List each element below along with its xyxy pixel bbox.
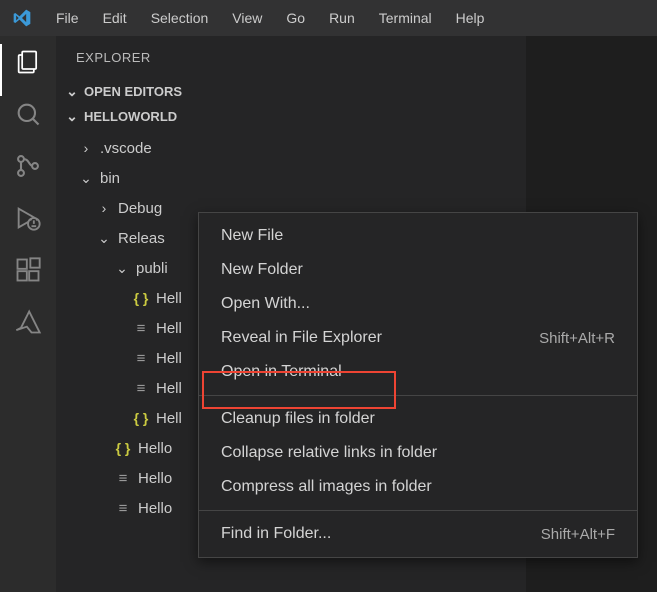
ctx-label: Find in Folder... bbox=[221, 525, 331, 543]
project-section[interactable]: ⌄ HELLOWORLD bbox=[56, 104, 526, 129]
file-label: Hell bbox=[156, 290, 182, 307]
ctx-compress[interactable]: Compress all images in folder bbox=[199, 470, 637, 504]
ctx-find[interactable]: Find in Folder... Shift+Alt+F bbox=[199, 517, 637, 551]
search-icon[interactable] bbox=[14, 100, 42, 128]
separator bbox=[199, 395, 637, 396]
extensions-icon[interactable] bbox=[14, 256, 42, 284]
file-icon: ≡ bbox=[114, 470, 132, 487]
sidebar-title: EXPLORER bbox=[56, 36, 526, 79]
ctx-collapse[interactable]: Collapse relative links in folder bbox=[199, 436, 637, 470]
ctx-open-terminal[interactable]: Open in Terminal bbox=[199, 355, 637, 389]
ctx-new-folder[interactable]: New Folder bbox=[199, 253, 637, 287]
menu-selection[interactable]: Selection bbox=[141, 6, 219, 30]
menu-bar: File Edit Selection View Go Run Terminal… bbox=[46, 6, 494, 30]
ctx-label: Cleanup files in folder bbox=[221, 410, 375, 428]
file-label: Hello bbox=[138, 500, 172, 517]
file-label: Hello bbox=[138, 470, 172, 487]
folder-label: Releas bbox=[118, 230, 165, 247]
chevron-down-icon: ⌄ bbox=[64, 83, 80, 100]
chevron-down-icon: ⌄ bbox=[114, 260, 130, 277]
ctx-label: New Folder bbox=[221, 261, 303, 279]
menu-terminal[interactable]: Terminal bbox=[369, 6, 442, 30]
folder-label: bin bbox=[100, 170, 120, 187]
menu-view[interactable]: View bbox=[222, 6, 272, 30]
ctx-label: Collapse relative links in folder bbox=[221, 444, 437, 462]
ctx-label: New File bbox=[221, 227, 283, 245]
open-editors-label: OPEN EDITORS bbox=[84, 84, 182, 99]
json-icon: { } bbox=[114, 440, 132, 456]
chevron-down-icon: ⌄ bbox=[78, 170, 94, 187]
folder-bin[interactable]: ⌄ bin bbox=[56, 163, 526, 193]
ctx-open-with[interactable]: Open With... bbox=[199, 287, 637, 321]
menu-help[interactable]: Help bbox=[446, 6, 495, 30]
menu-run[interactable]: Run bbox=[319, 6, 365, 30]
folder-label: Debug bbox=[118, 200, 162, 217]
file-label: Hell bbox=[156, 350, 182, 367]
folder-label: publi bbox=[136, 260, 168, 277]
file-icon: ≡ bbox=[132, 380, 150, 397]
file-label: Hell bbox=[156, 410, 182, 427]
azure-icon[interactable] bbox=[14, 308, 42, 336]
source-control-icon[interactable] bbox=[14, 152, 42, 180]
titlebar: File Edit Selection View Go Run Terminal… bbox=[0, 0, 657, 36]
json-icon: { } bbox=[132, 290, 150, 306]
menu-file[interactable]: File bbox=[46, 6, 89, 30]
ctx-shortcut: Shift+Alt+F bbox=[541, 526, 615, 543]
ctx-label: Reveal in File Explorer bbox=[221, 329, 382, 347]
file-icon: ≡ bbox=[132, 320, 150, 337]
file-label: Hell bbox=[156, 320, 182, 337]
file-icon: ≡ bbox=[132, 350, 150, 367]
active-indicator bbox=[0, 44, 2, 96]
folder-vscode[interactable]: › .vscode bbox=[56, 133, 526, 163]
menu-edit[interactable]: Edit bbox=[93, 6, 137, 30]
context-menu: New File New Folder Open With... Reveal … bbox=[198, 212, 638, 558]
json-icon: { } bbox=[132, 410, 150, 426]
chevron-right-icon: › bbox=[78, 140, 94, 156]
ctx-cleanup[interactable]: Cleanup files in folder bbox=[199, 402, 637, 436]
ctx-label: Compress all images in folder bbox=[221, 478, 432, 496]
ctx-reveal[interactable]: Reveal in File Explorer Shift+Alt+R bbox=[199, 321, 637, 355]
file-label: Hell bbox=[156, 380, 182, 397]
run-debug-icon[interactable] bbox=[14, 204, 42, 232]
ctx-shortcut: Shift+Alt+R bbox=[539, 330, 615, 347]
menu-go[interactable]: Go bbox=[276, 6, 315, 30]
file-label: Hello bbox=[138, 440, 172, 457]
project-label: HELLOWORLD bbox=[84, 109, 177, 124]
ctx-new-file[interactable]: New File bbox=[199, 219, 637, 253]
chevron-right-icon: › bbox=[96, 200, 112, 216]
ctx-label: Open With... bbox=[221, 295, 310, 313]
open-editors-section[interactable]: ⌄ OPEN EDITORS bbox=[56, 79, 526, 104]
ctx-label: Open in Terminal bbox=[221, 363, 342, 381]
vscode-logo-icon bbox=[12, 8, 32, 28]
file-icon: ≡ bbox=[114, 500, 132, 517]
chevron-down-icon: ⌄ bbox=[64, 108, 80, 125]
folder-label: .vscode bbox=[100, 140, 152, 157]
activity-bar bbox=[0, 36, 56, 592]
chevron-down-icon: ⌄ bbox=[96, 230, 112, 247]
separator bbox=[199, 510, 637, 511]
explorer-icon[interactable] bbox=[14, 48, 42, 76]
